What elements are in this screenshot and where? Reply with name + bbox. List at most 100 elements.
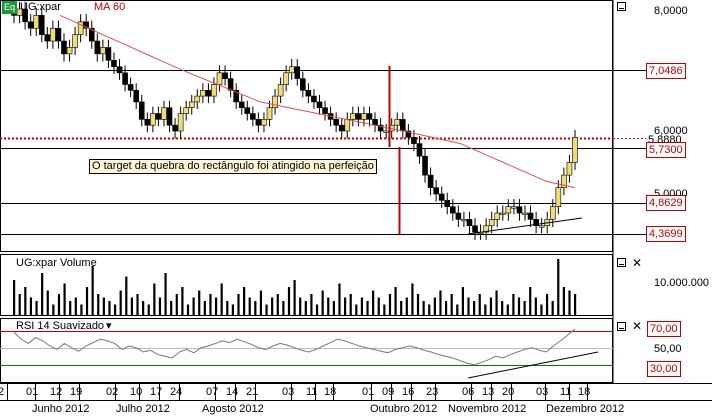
volume-title[interactable]: UG:xpar Volume <box>16 257 97 270</box>
candle-body <box>400 119 406 132</box>
candle-body <box>394 119 401 126</box>
volume-bar <box>523 301 526 315</box>
volume-bar <box>383 304 386 315</box>
x-axis-month-label: Outubro 2012 <box>370 403 438 415</box>
volume-bar <box>52 304 55 315</box>
x-axis-month-label: Dezembro 2012 <box>546 403 625 415</box>
volume-bar <box>237 294 240 315</box>
volume-bar <box>315 304 319 315</box>
volume-bar <box>57 294 61 315</box>
volume-bar <box>85 287 89 315</box>
candle-body <box>322 107 328 114</box>
x-axis-day-label: 2 <box>0 386 5 398</box>
candle-body <box>283 72 289 85</box>
volume-bar <box>310 294 313 315</box>
volume-bar <box>478 294 481 315</box>
volume-bar <box>467 297 470 315</box>
volume-bar <box>568 290 571 315</box>
candle-body <box>172 124 178 132</box>
symbol-label[interactable]: UG:xpar <box>20 1 61 14</box>
candle-body <box>511 206 517 209</box>
rsi-title[interactable]: RSI 14 Suavizado <box>16 320 104 333</box>
candle-body <box>177 113 184 132</box>
candle-body <box>411 137 417 144</box>
volume-bar <box>69 301 72 315</box>
candle-body <box>272 95 278 109</box>
x-axis-month-label: Novembro 2012 <box>448 403 527 415</box>
candle-body <box>305 89 312 97</box>
candle-body <box>488 219 495 227</box>
volume-bar <box>416 294 420 315</box>
maximize-rsi-button[interactable] <box>617 322 626 331</box>
candle-body <box>294 66 301 79</box>
candle-body <box>466 219 473 227</box>
volume-bar <box>214 297 218 315</box>
volume-bar <box>41 273 44 315</box>
volume-bar <box>125 276 128 315</box>
volume-bar <box>456 304 459 315</box>
volume-bar <box>433 297 436 315</box>
candle-body <box>250 113 256 120</box>
candle-body <box>61 40 67 55</box>
volume-bar <box>534 297 537 315</box>
rsi-dropdown-icon[interactable]: ▾ <box>106 320 112 333</box>
candle-body <box>138 101 145 120</box>
maximize-volume-button[interactable] <box>617 258 626 267</box>
volume-bar <box>142 301 145 315</box>
x-axis-day-label: 20 <box>502 386 515 398</box>
volume-bar <box>355 304 358 315</box>
close-volume-icon[interactable]: ✕ <box>632 257 642 269</box>
ma-indicator-label[interactable]: MA 60 <box>94 1 125 14</box>
volume-bar <box>394 287 397 315</box>
x-axis-day-label: 12 <box>50 386 63 398</box>
maximize-main-button[interactable] <box>617 2 626 11</box>
x-axis-day-label: 01 <box>26 386 39 398</box>
volume-bar <box>181 287 184 315</box>
candle-body <box>261 119 267 126</box>
candle-body <box>516 206 523 214</box>
price-axis-label: 8,0000 <box>654 5 688 17</box>
close-rsi-icon[interactable]: ✕ <box>632 320 642 332</box>
x-axis-day-label: 07 <box>206 386 219 398</box>
candle-body <box>122 72 128 85</box>
volume-bar <box>265 304 268 315</box>
volume-bar <box>119 290 122 315</box>
candle-body <box>266 107 273 120</box>
x-axis-day-label: 17 <box>150 386 163 398</box>
volume-bar <box>186 304 190 315</box>
x-axis-day-label: 13 <box>482 386 495 398</box>
rsi-line <box>13 328 576 366</box>
volume-bar <box>489 297 493 315</box>
volume-bar <box>450 294 453 315</box>
volume-bar <box>444 301 448 315</box>
volume-bar <box>405 297 408 315</box>
volume-bar <box>574 294 577 315</box>
volume-bar <box>271 297 274 315</box>
candle-body <box>27 21 34 29</box>
candle-body <box>222 72 228 79</box>
candle-body <box>166 107 173 126</box>
price-chart[interactable] <box>0 0 712 419</box>
candle-body <box>244 107 251 114</box>
candle-body <box>416 143 423 157</box>
volume-bar <box>360 297 364 315</box>
volume-bar <box>293 280 296 315</box>
x-axis-day-label: 11 <box>560 386 572 398</box>
volume-bar <box>332 301 335 315</box>
candle-body <box>150 113 156 126</box>
candle-body <box>372 119 378 126</box>
volume-bar <box>349 294 352 315</box>
volume-bar <box>136 294 139 315</box>
candle-body <box>566 162 573 176</box>
candle-body <box>333 119 339 126</box>
candle-body <box>127 84 134 91</box>
candle-body <box>300 78 306 91</box>
volume-bar <box>74 297 77 315</box>
volume-bar <box>517 297 521 315</box>
volume-bar <box>170 301 173 315</box>
candle-body <box>549 206 556 220</box>
x-axis-month-label: Junho 2012 <box>32 403 90 415</box>
x-axis-day-label: 11 <box>306 386 318 398</box>
volume-bar <box>562 287 565 315</box>
candle-body <box>427 174 434 189</box>
